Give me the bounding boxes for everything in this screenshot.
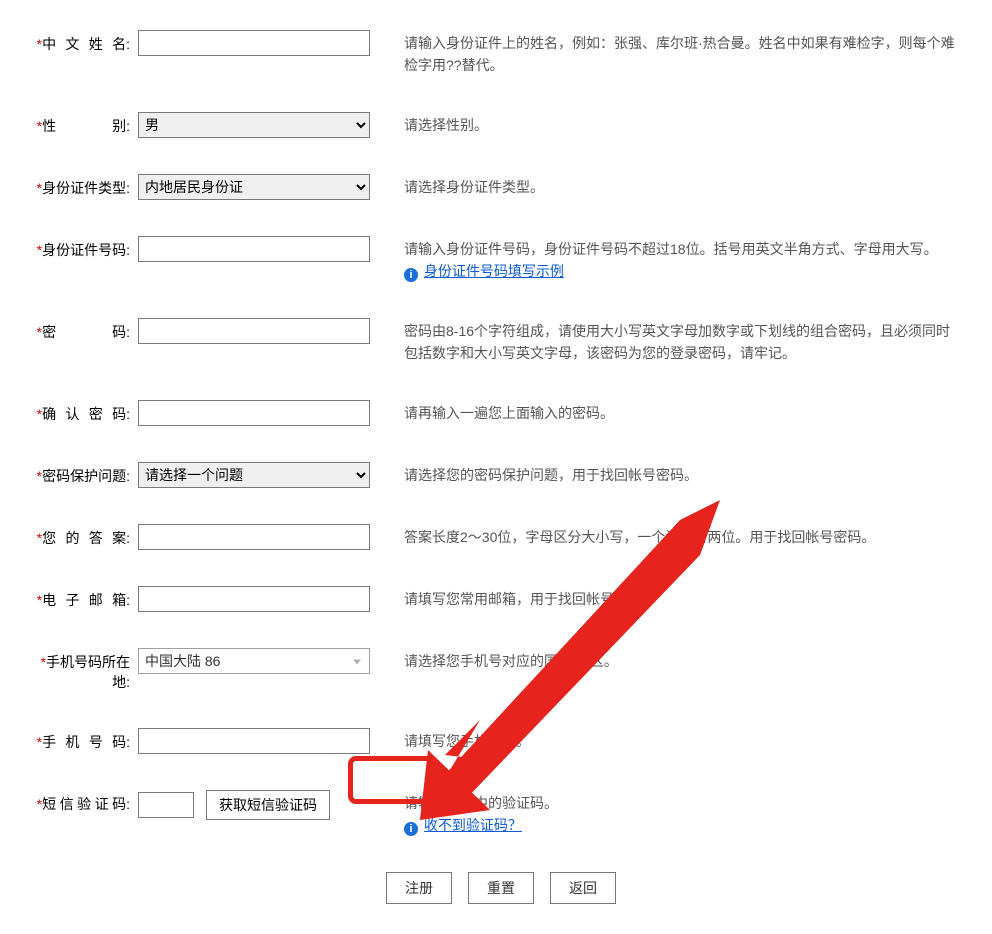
label-question: *密码保护问题: [30, 462, 130, 486]
label-answer: *您的答案: [30, 524, 130, 548]
label-gender: *性别: [30, 112, 130, 136]
password-input[interactable] [138, 318, 370, 344]
hint-gender: 请选择性别。 [404, 112, 488, 136]
hint-idtype: 请选择身份证件类型。 [404, 174, 544, 198]
label-password: *密码: [30, 318, 130, 342]
gender-select[interactable]: 男 [138, 112, 370, 138]
idnum-input[interactable] [138, 236, 370, 262]
label-idnum: *身份证件号码: [30, 236, 130, 260]
idtype-select[interactable]: 内地居民身份证 [138, 174, 370, 200]
sms-help-link[interactable]: 收不到验证码？ [424, 817, 522, 833]
row-answer: *您的答案: 答案长度2～30位，字母区分大小写，一个汉字占两位。用于找回帐号密… [30, 524, 992, 550]
row-sms: *短信验证码: 获取短信验证码 请输入短信中的验证码。 i 收不到验证码？ [30, 790, 992, 836]
hint-password: 密码由8-16个字符组成，请使用大小写英文字母加数字或下划线的组合密码，且必须同… [404, 318, 964, 364]
reset-button[interactable]: 重置 [468, 872, 534, 904]
hint-answer: 答案长度2～30位，字母区分大小写，一个汉字占两位。用于找回帐号密码。 [404, 524, 875, 548]
back-button[interactable]: 返回 [550, 872, 616, 904]
label-phone: *手机号码: [30, 728, 130, 752]
label-sms: *短信验证码: [30, 790, 130, 814]
row-name: *中文姓名: 请输入身份证件上的姓名，例如：张强、库尔班·热合曼。姓名中如果有难… [30, 30, 992, 76]
info-icon: i [404, 822, 418, 836]
email-input[interactable] [138, 586, 370, 612]
get-sms-button[interactable]: 获取短信验证码 [206, 790, 330, 820]
idnum-example-link[interactable]: 身份证件号码填写示例 [424, 263, 564, 279]
question-select[interactable]: 请选择一个问题 [138, 462, 370, 488]
label-idtype: *身份证件类型: [30, 174, 130, 198]
row-question: *密码保护问题: 请选择一个问题 请选择您的密码保护问题，用于找回帐号密码。 [30, 462, 992, 488]
hint-sms: 请输入短信中的验证码。 i 收不到验证码？ [404, 790, 558, 836]
password2-input[interactable] [138, 400, 370, 426]
submit-button[interactable]: 注册 [386, 872, 452, 904]
hint-email: 请填写您常用邮箱，用于找回帐号密码。 [404, 586, 656, 610]
hint-password2: 请再输入一遍您上面输入的密码。 [404, 400, 614, 424]
row-idtype: *身份证件类型: 内地居民身份证 请选择身份证件类型。 [30, 174, 992, 200]
hint-name: 请输入身份证件上的姓名，例如：张强、库尔班·热合曼。姓名中如果有难检字，则每个难… [404, 30, 964, 76]
row-phone: *手机号码: 请填写您手机号码。 [30, 728, 992, 754]
hint-phone: 请填写您手机号码。 [404, 728, 530, 752]
label-password2: *确认密码: [30, 400, 130, 424]
hint-idnum: 请输入身份证件号码，身份证件号码不超过18位。括号用英文半角方式、字母用大写。 … [404, 236, 938, 282]
label-name: *中文姓名: [30, 30, 130, 54]
hint-question: 请选择您的密码保护问题，用于找回帐号密码。 [404, 462, 698, 486]
row-gender: *性别: 男 请选择性别。 [30, 112, 992, 138]
row-phone-region: *手机号码所在地: 中国大陆 86 请选择您手机号对应的国家/地区。 [30, 648, 992, 692]
label-email: *电子邮箱: [30, 586, 130, 610]
phone-input[interactable] [138, 728, 370, 754]
label-phone-region: *手机号码所在地: [30, 648, 130, 692]
actions-row: 注册 重置 返回 [386, 872, 992, 904]
answer-input[interactable] [138, 524, 370, 550]
phone-region-select[interactable]: 中国大陆 86 [138, 648, 370, 674]
info-icon: i [404, 268, 418, 282]
name-input[interactable] [138, 30, 370, 56]
row-idnum: *身份证件号码: 请输入身份证件号码，身份证件号码不超过18位。括号用英文半角方… [30, 236, 992, 282]
row-password2: *确认密码: 请再输入一遍您上面输入的密码。 [30, 400, 992, 426]
sms-input[interactable] [138, 792, 194, 818]
row-email: *电子邮箱: 请填写您常用邮箱，用于找回帐号密码。 [30, 586, 992, 612]
hint-phone-region: 请选择您手机号对应的国家/地区。 [404, 648, 618, 672]
row-password: *密码: 密码由8-16个字符组成，请使用大小写英文字母加数字或下划线的组合密码… [30, 318, 992, 364]
